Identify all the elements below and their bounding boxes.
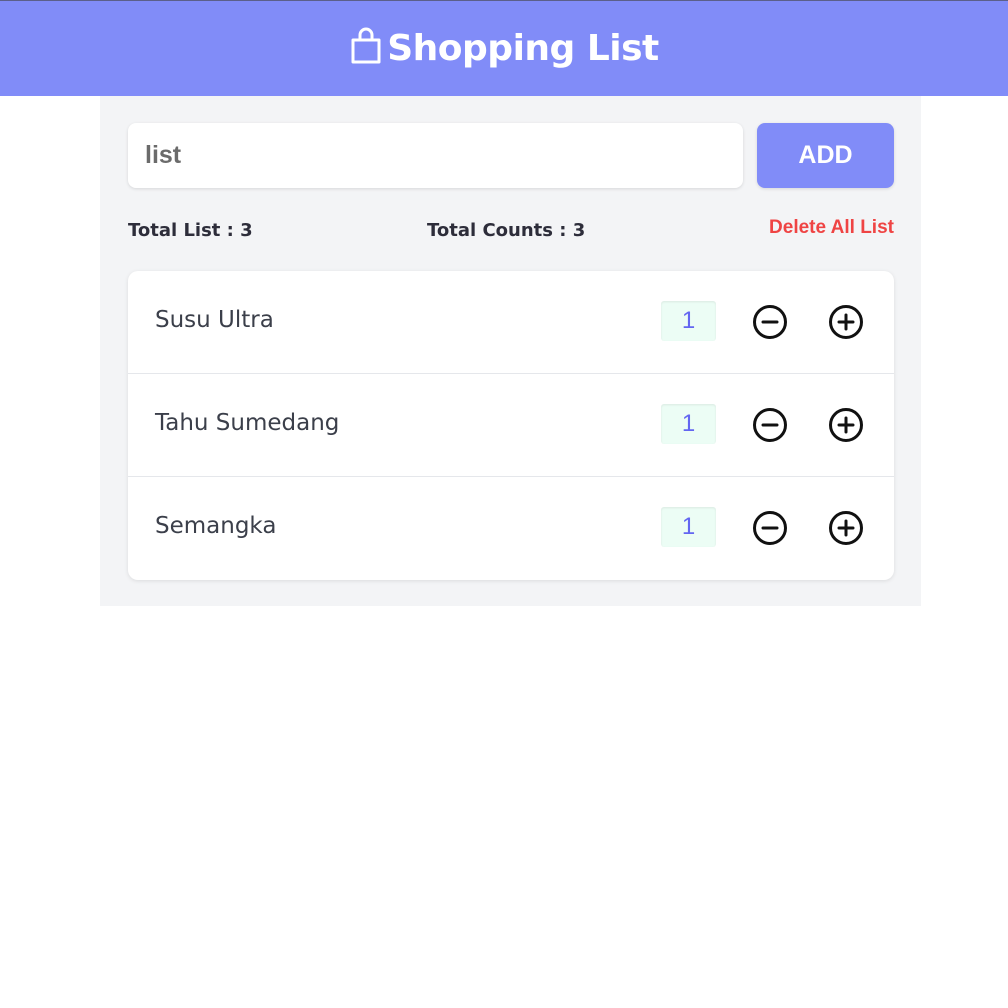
list-item: Semangka 1 [128,477,894,580]
add-button[interactable]: ADD [757,123,894,188]
page-title: Shopping List [387,28,659,69]
total-counts-label: Total Counts : 3 [427,220,586,241]
decrease-icon[interactable] [752,510,788,546]
shopping-panel: ADD Total List : 3 Total Counts : 3 Dele… [100,96,921,606]
increase-icon[interactable] [828,407,864,443]
total-list-label: Total List : 3 [128,220,253,241]
decrease-icon[interactable] [752,407,788,443]
delete-all-button[interactable]: Delete All List [769,217,894,239]
item-quantity: 1 [661,507,716,547]
decrease-icon[interactable] [752,304,788,340]
item-name: Tahu Sumedang [155,410,340,436]
item-name: Semangka [155,513,277,539]
list-item: Tahu Sumedang 1 [128,374,894,477]
increase-icon[interactable] [828,510,864,546]
item-quantity: 1 [661,404,716,444]
item-name: Susu Ultra [155,307,274,333]
app-header: Shopping List [0,1,1008,96]
increase-icon[interactable] [828,304,864,340]
item-list: Susu Ultra 1 Tahu Sumedang 1 Semangka 1 [128,271,894,580]
shopping-bag-icon [351,27,381,63]
list-item: Susu Ultra 1 [128,271,894,374]
list-input[interactable] [128,123,743,188]
item-quantity: 1 [661,301,716,341]
